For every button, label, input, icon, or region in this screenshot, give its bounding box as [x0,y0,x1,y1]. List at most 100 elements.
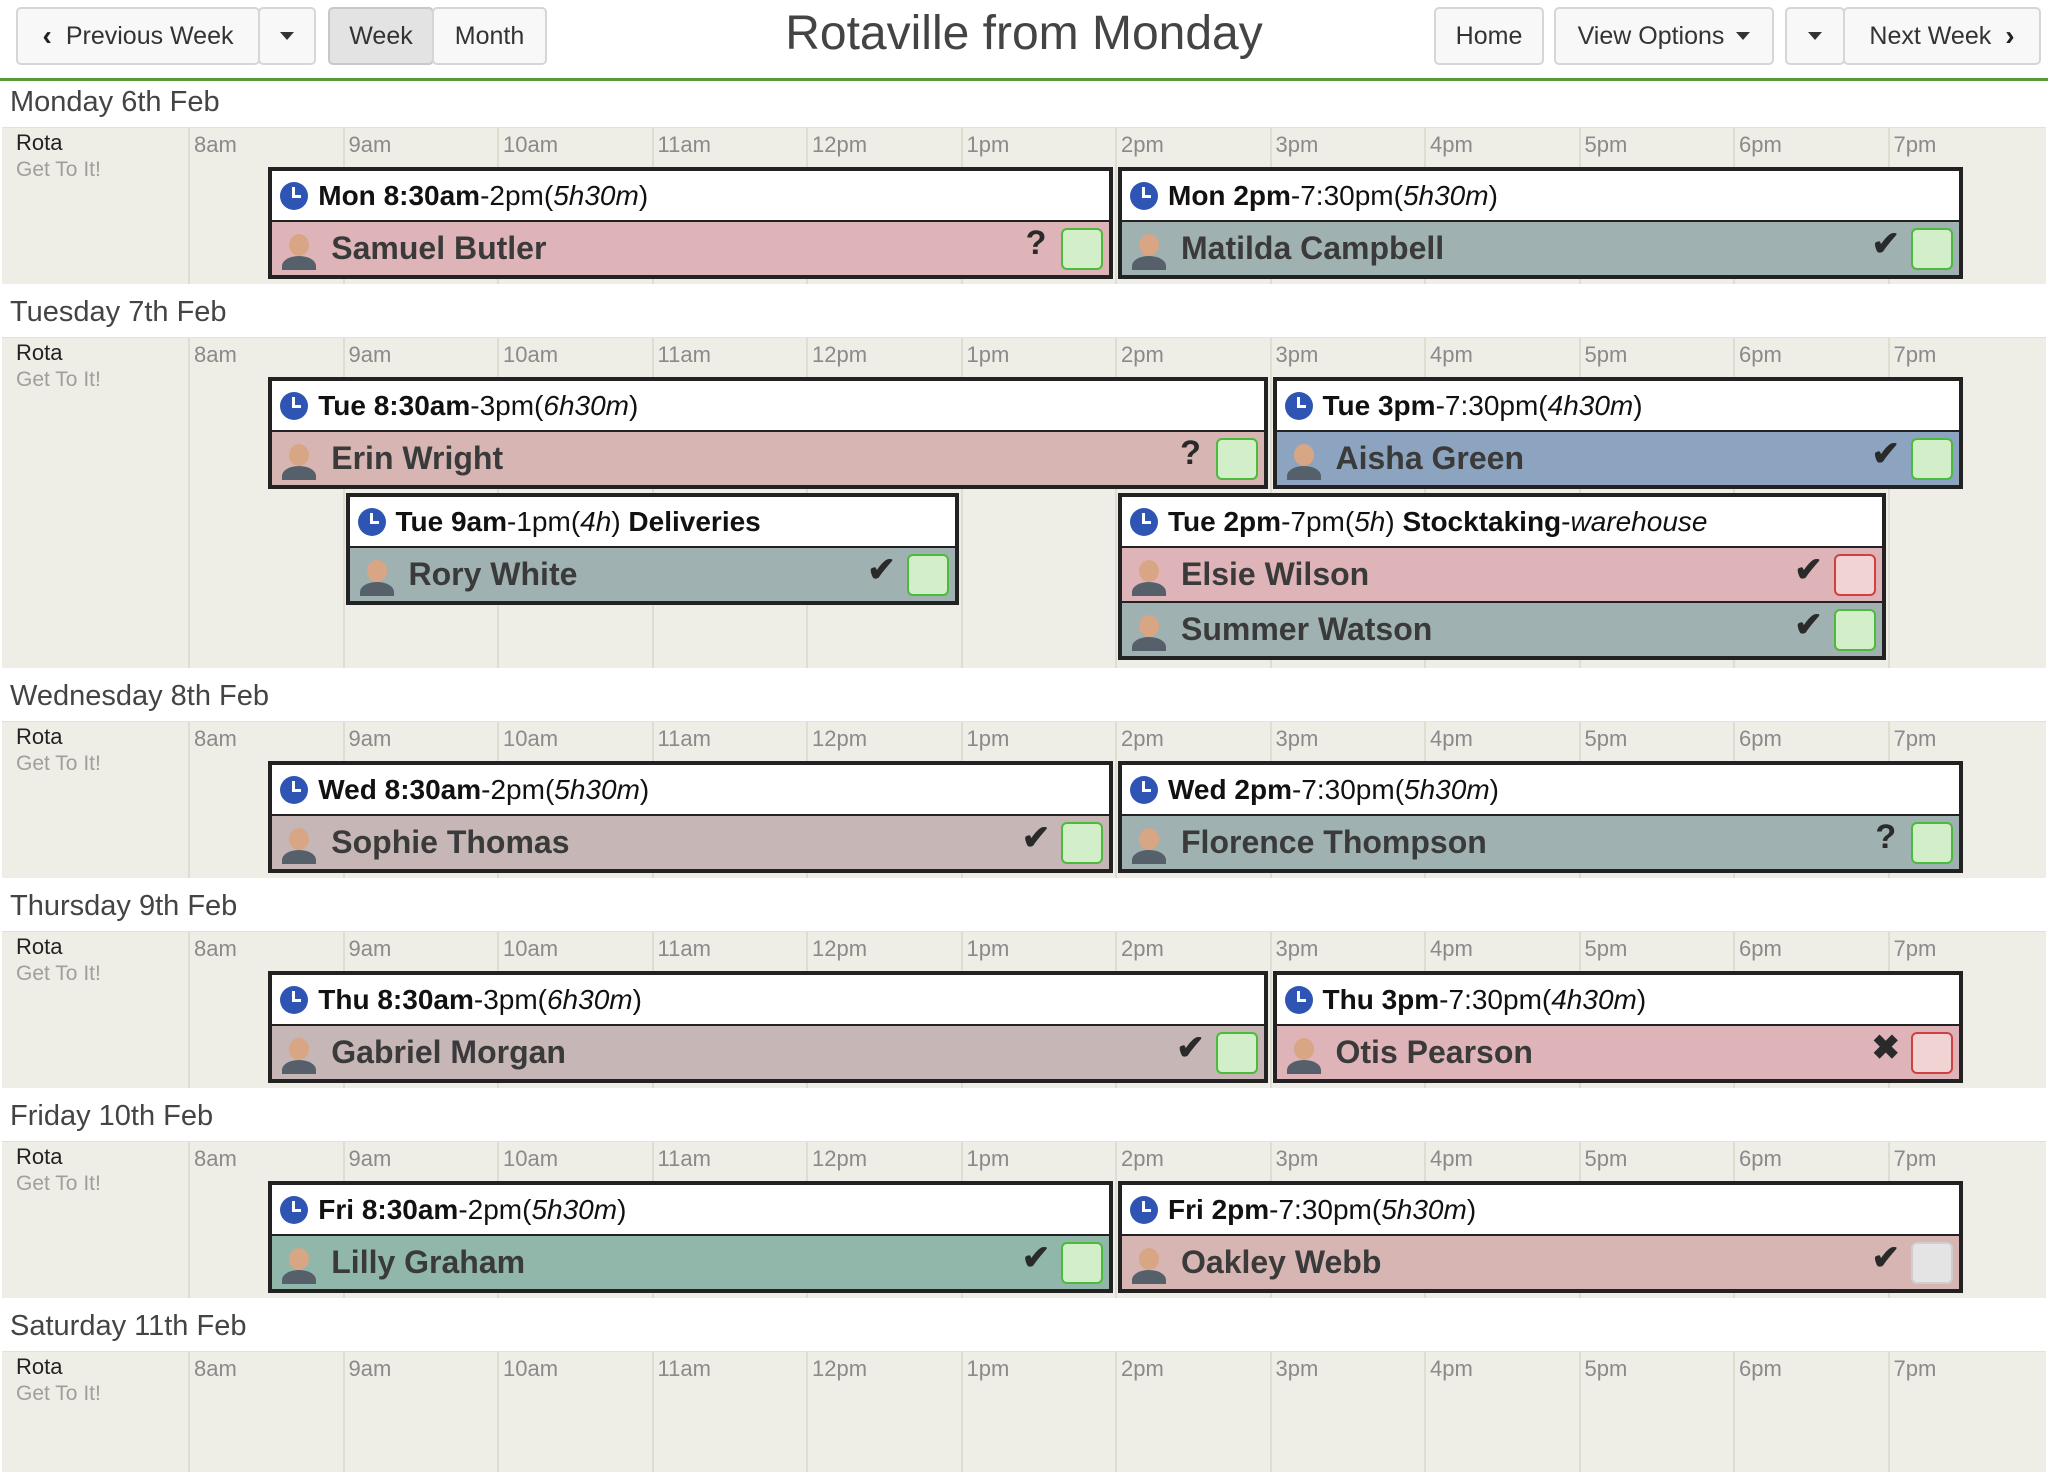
confirm-checkbox[interactable] [1833,554,1876,596]
next-week-dropdown-button[interactable] [1785,7,1845,65]
home-button[interactable]: Home [1434,7,1544,65]
hour-label: 5pm [1584,342,1628,367]
shift-day: Tue [1322,389,1371,421]
tab-month[interactable]: Month [432,7,547,65]
shift-start: 2pm [1233,179,1291,211]
next-week-button[interactable]: Next Week › [1843,7,2041,65]
hour-gridline [1269,932,1272,1088]
shift-day: Thu [1322,983,1374,1015]
shift-card[interactable]: Mon 2pm -7:30pm (5h30m) Matilda Campbell ✔ [1118,167,1963,279]
hour-label: 10am [503,1146,559,1171]
staff-row[interactable]: Rory White ✔ [349,546,955,601]
shift-header: Thu 8:30am -3pm (6h30m) [272,975,1263,1024]
shift-day: Wed [1168,773,1227,805]
hour-gridline [1887,1352,1890,1472]
hour-label: 9am [348,936,392,961]
hour-label: 1pm [966,936,1010,961]
shift-day: Tue [1168,505,1216,537]
avatar [1128,609,1170,651]
hour-label: 12pm [812,342,868,367]
hour-label: 2pm [1121,342,1164,367]
check-icon: ✔ [1794,606,1823,644]
staff-name: Matilda Campbell [1181,230,1445,266]
previous-week-button[interactable]: ‹ Previous Week [16,7,260,65]
caret-down-icon [1808,32,1822,40]
hour-label: 3pm [1275,936,1319,961]
shift-start: 3pm [1381,983,1440,1015]
staff-row[interactable]: Elsie Wilson ✔ [1122,546,1882,601]
confirm-checkbox[interactable] [1833,609,1876,651]
shift-start-time: Tue 2pm [1168,506,1281,538]
rota-sublabel: Get To It! [16,158,101,181]
hour-label: 10am [503,1356,559,1381]
staff-row[interactable]: Lilly Graham ✔ [272,1234,1109,1289]
hour-gridline [188,1142,190,1298]
staff-row[interactable]: Aisha Green ✔ [1276,430,1959,485]
confirm-checkbox[interactable] [1061,822,1103,864]
shift-card[interactable]: Tue 9am -1pm (4h) Deliveries Rory White ✔ [345,493,959,605]
day-heading: Wednesday 8th Feb [10,680,270,712]
confirm-checkbox[interactable] [1215,438,1258,480]
staff-row[interactable]: Matilda Campbell ✔ [1122,220,1959,275]
view-options-button[interactable]: View Options [1554,7,1774,65]
shift-card[interactable]: Thu 3pm -7:30pm (4h30m) Otis Pearson ✖ [1272,971,1963,1083]
hour-label: 9am [348,726,392,751]
tab-week[interactable]: Week [328,7,434,65]
shift-card[interactable]: Tue 2pm -7pm (5h) Stocktaking - warehouse… [1118,493,1886,660]
confirm-checkbox[interactable] [1910,822,1953,864]
day-row: 8am 9am 10am 11am 12pm 1pm 2pm 3pm 4pm 5pm 6pm 7pm R… [2,931,2046,1088]
rota-label: Rota [16,340,63,365]
shift-card[interactable]: Wed 2pm -7:30pm (5h30m) Florence Thompson? [1118,761,1963,873]
shift-card[interactable]: Thu 8:30am -3pm (6h30m) Gabriel Morgan ✔ [268,971,1268,1083]
shift-card[interactable]: Wed 8:30am -2pm (5h30m) Sophie Thomas ✔ [268,761,1113,873]
hour-gridline [1115,1142,1117,1298]
shift-card[interactable]: Mon 8:30am -2pm (5h30m) Samuel Butler? [268,167,1113,279]
confirm-checkbox[interactable] [1061,1242,1103,1284]
staff-row[interactable]: Otis Pearson ✖ [1276,1024,1959,1079]
caret-down-icon [1736,32,1751,40]
day-row: 8am 9am 10am 11am 12pm 1pm 2pm 3pm 4pm 5pm 6pm 7pm R… [2,127,2046,284]
staff-name: Otis Pearson [1335,1034,1533,1070]
confirm-checkbox[interactable] [1910,438,1953,480]
previous-week-dropdown-button[interactable] [258,7,316,65]
shift-card[interactable]: Fri 2pm -7:30pm (5h30m) Oakley Webb ✔ [1118,1181,1963,1293]
confirm-checkbox[interactable] [1215,1032,1258,1074]
shift-duration: 4h [580,505,612,537]
clock-icon [280,985,309,1014]
rota-label: Rota [16,130,63,155]
clock-icon [280,181,309,210]
shift-card[interactable]: Tue 3pm -7:30pm (4h30m) Aisha Green ✔ [1272,377,1963,489]
staff-row[interactable]: Sophie Thomas ✔ [272,814,1109,869]
day-heading: Saturday 11th Feb [10,1310,247,1342]
hour-gridline [1115,722,1117,878]
shift-end: 2pm [490,773,545,805]
hour-gridline [1269,1352,1272,1472]
question-icon: ? [1180,434,1201,472]
shift-day: Mon [318,179,376,211]
shift-start: 8:30am [373,389,471,421]
staff-row[interactable]: Summer Watson ✔ [1122,601,1882,656]
shift-end: 7:30pm [1444,389,1539,421]
shift-card[interactable]: Tue 8:30am -3pm (6h30m) Erin Wright? [268,377,1268,489]
staff-row[interactable]: Oakley Webb ✔ [1122,1234,1959,1289]
staff-row[interactable]: Erin Wright? [272,430,1264,485]
confirm-checkbox[interactable] [1910,228,1953,270]
staff-row[interactable]: Gabriel Morgan ✔ [272,1024,1264,1079]
hour-label: 8am [194,1146,237,1171]
hour-label: 3pm [1275,1356,1319,1381]
confirm-checkbox[interactable] [1061,228,1103,270]
rota-label: Rota [16,1354,63,1379]
hour-label: 10am [503,342,559,367]
shift-header: Wed 8:30am -2pm (5h30m) [272,765,1109,814]
confirm-checkbox[interactable] [1910,1242,1953,1284]
hour-label: 11am [657,1146,711,1171]
shift-card[interactable]: Fri 8:30am -2pm (5h30m) Lilly Graham ✔ [268,1181,1113,1293]
staff-row[interactable]: Florence Thompson? [1122,814,1959,869]
hour-label: 4pm [1430,1146,1473,1171]
hour-gridline [497,1352,499,1472]
confirm-checkbox[interactable] [1910,1032,1953,1074]
staff-row[interactable]: Samuel Butler? [272,220,1109,275]
avatar [1128,1242,1170,1284]
day-row: 8am 9am 10am 11am 12pm 1pm 2pm 3pm 4pm 5pm 6pm 7pm R… [2,721,2046,878]
confirm-checkbox[interactable] [906,554,949,596]
